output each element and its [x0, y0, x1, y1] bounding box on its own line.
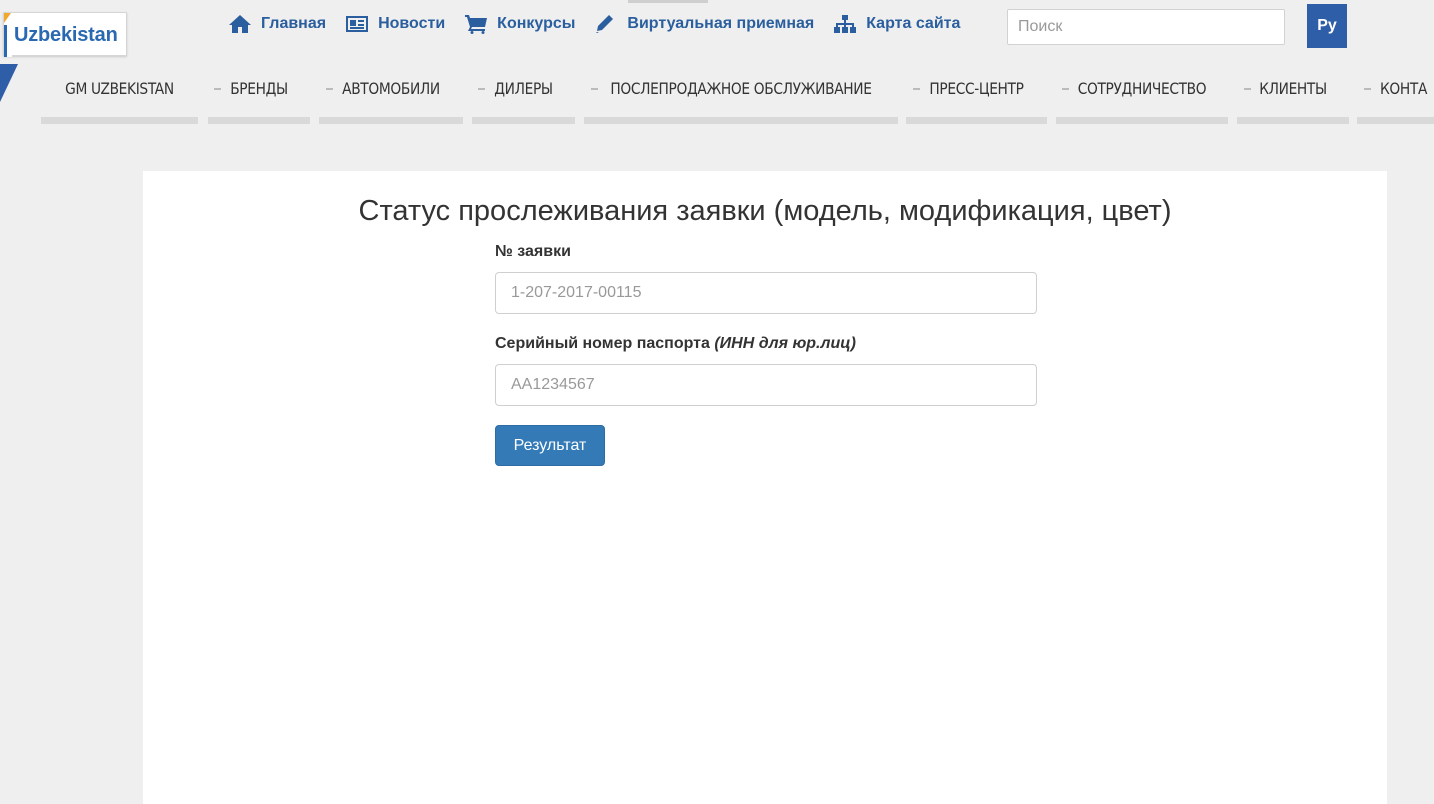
nav-item-label: ПОСЛЕПРОДАЖНОЕ ОБСЛУЖИВАНИЕ	[610, 79, 872, 98]
top-link-label: Новости	[378, 15, 446, 32]
top-link-contests[interactable]: Конкурсы	[464, 14, 575, 34]
nav-item-cars[interactable]: АВТОМОБИЛИ	[319, 66, 463, 124]
result-button[interactable]: Результат	[495, 425, 605, 466]
nav-item-gm-uzbekistan[interactable]: GM UZBEKISTAN	[41, 66, 198, 124]
nav-underline	[472, 117, 575, 124]
nav-item-label: БРЕНДЫ	[230, 79, 288, 98]
top-accent	[628, 0, 708, 3]
nav-item-label: АВТОМОБИЛИ	[342, 79, 440, 98]
order-number-label: № заявки	[495, 243, 571, 260]
home-icon	[229, 15, 251, 33]
nav-underline	[1357, 117, 1434, 124]
logo-mark-icon	[4, 13, 12, 57]
nav-item-label: СОТРУДНИЧЕСТВО	[1077, 79, 1207, 98]
nav-item-dealers[interactable]: ДИЛЕРЫ	[472, 66, 575, 124]
top-link-sitemap[interactable]: Карта сайта	[833, 14, 960, 34]
passport-label-text: Серийный номер паспорта	[495, 335, 710, 352]
cart-icon	[465, 15, 488, 34]
nav-underline	[906, 117, 1047, 124]
nav-underline	[584, 117, 898, 124]
nav-underline	[1056, 117, 1228, 124]
language-button[interactable]: Ру	[1307, 4, 1347, 48]
page-title: Статус прослеживания заявки (модель, мод…	[358, 195, 1172, 227]
top-link-label: Виртуальная приемная	[627, 15, 815, 32]
top-links: Главная Новости Конкурсы Виртуальная при…	[228, 12, 979, 36]
nav-underline	[319, 117, 463, 124]
top-link-label: Главная	[261, 15, 327, 32]
nav-underline	[208, 117, 310, 124]
top-link-home[interactable]: Главная	[228, 14, 326, 34]
nav-item-label: ПРЕСС-ЦЕНТР	[929, 79, 1024, 98]
tracking-form: № заявки 1-207-2017-00115 Серийный номер…	[495, 243, 1037, 406]
nav-item-brands[interactable]: БРЕНДЫ	[208, 66, 310, 124]
top-bar: Uzbekistan Главная Новости Конкурсы Вирт…	[0, 0, 1434, 64]
sitemap-icon	[834, 15, 857, 33]
nav-item-label: GM UZBEKISTAN	[65, 79, 174, 98]
nav-item-label: ДИЛЕРЫ	[494, 79, 553, 98]
passport-input[interactable]: AA1234567	[495, 364, 1037, 406]
order-number-input[interactable]: 1-207-2017-00115	[495, 272, 1037, 314]
nav-underline	[41, 117, 198, 124]
top-link-virtual-reception[interactable]: Виртуальная приемная	[594, 14, 814, 34]
nav-item-label: КЛИЕНТЫ	[1259, 79, 1327, 98]
logo-text: Uzbekistan	[14, 24, 118, 46]
main-nav: GM UZBEKISTAN БРЕНДЫ АВТОМОБИЛИ ДИЛЕРЫ П…	[0, 66, 1434, 124]
nav-item-press-center[interactable]: ПРЕСС-ЦЕНТР	[906, 66, 1047, 124]
site-logo[interactable]: Uzbekistan	[3, 12, 127, 57]
passport-label-note: (ИНН для юр.лиц)	[714, 335, 856, 352]
nav-underline	[1237, 117, 1349, 124]
content-card: Статус прослеживания заявки (модель, мод…	[143, 171, 1387, 804]
pencil-icon	[596, 15, 614, 33]
top-link-news[interactable]: Новости	[345, 14, 445, 34]
nav-item-after-sales[interactable]: ПОСЛЕПРОДАЖНОЕ ОБСЛУЖИВАНИЕ	[584, 66, 898, 124]
top-link-label: Конкурсы	[497, 15, 576, 32]
nav-item-cooperation[interactable]: СОТРУДНИЧЕСТВО	[1056, 66, 1228, 124]
newspaper-icon	[346, 16, 369, 32]
nav-item-contacts[interactable]: КОНТА	[1357, 66, 1434, 124]
nav-item-label: КОНТА	[1380, 79, 1428, 98]
search-input[interactable]: Поиск	[1007, 9, 1285, 45]
top-link-label: Карта сайта	[866, 15, 961, 32]
nav-item-clients[interactable]: КЛИЕНТЫ	[1237, 66, 1349, 124]
passport-label: Серийный номер паспорта (ИНН для юр.лиц)	[495, 335, 1037, 353]
